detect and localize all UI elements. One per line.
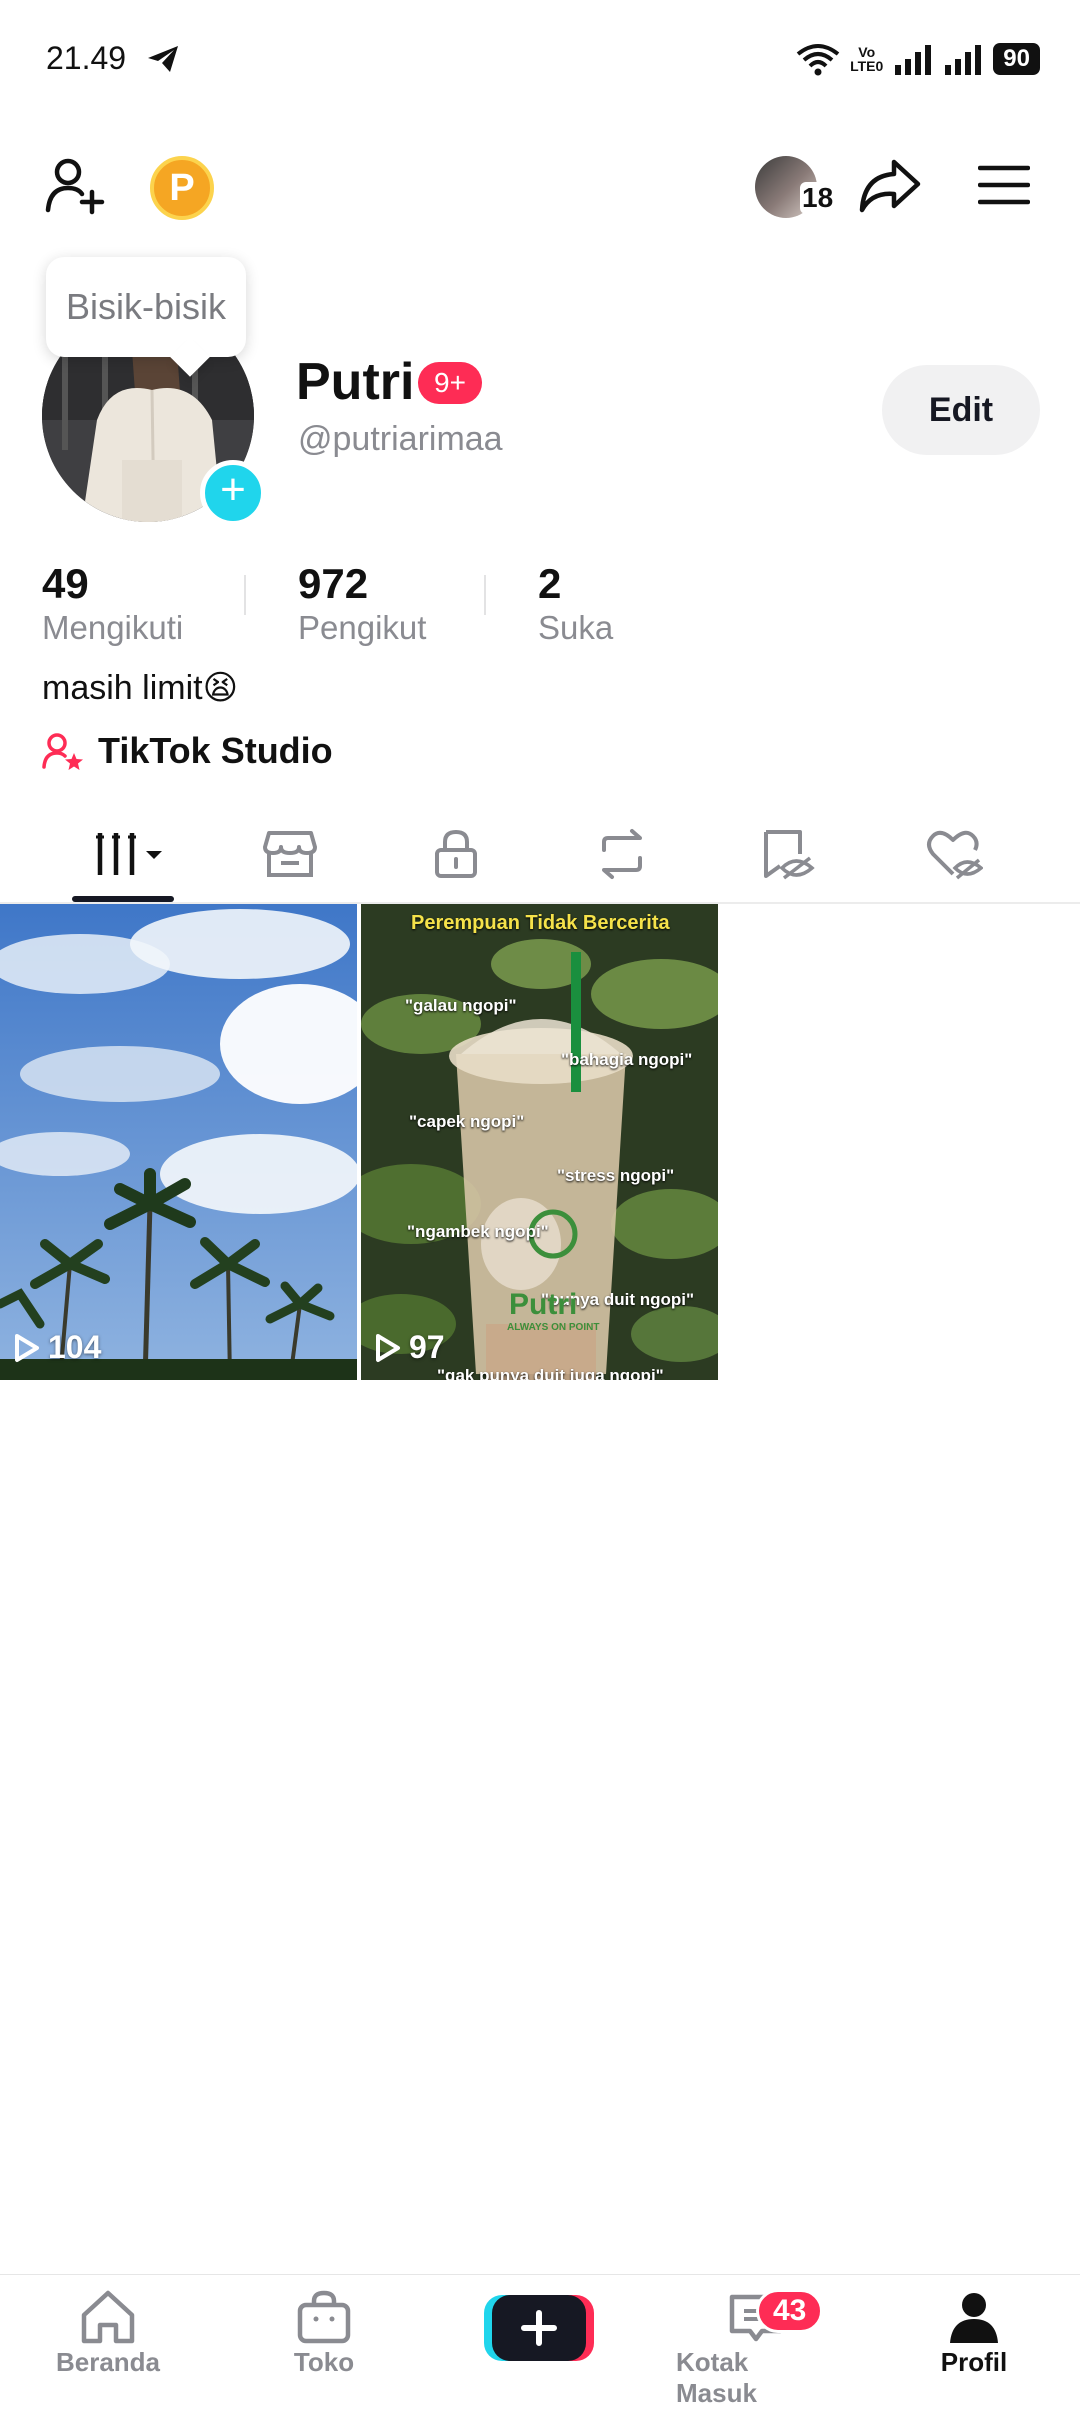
hidden-icon [764, 830, 815, 880]
profile-bio: masih limit😫 [42, 669, 239, 707]
active-tab-indicator [72, 896, 174, 902]
video-views: 104 [14, 1329, 101, 1366]
nav-shop[interactable]: Toko [244, 2289, 404, 2378]
shop-icon [263, 831, 317, 877]
cup-tagline: ALWAYS ON POINT [507, 1322, 600, 1333]
battery-indicator: 90 [993, 43, 1040, 75]
share-button[interactable] [858, 156, 922, 216]
stat-likes-label: Suka [538, 609, 614, 646]
add-friend-button[interactable] [44, 154, 106, 216]
tab-private[interactable] [426, 824, 486, 884]
status-time: 21.49 [46, 40, 127, 76]
share-icon [859, 159, 921, 213]
menu-button[interactable] [978, 164, 1030, 206]
tab-hidden[interactable] [758, 824, 818, 884]
cup-brand: Putri [509, 1288, 578, 1321]
liked-icon [927, 830, 983, 880]
coin-button[interactable]: P [150, 156, 214, 220]
whisper-bubble-text: Bisik-bisik [65, 286, 226, 327]
notification-badge[interactable]: 9+ [418, 362, 482, 404]
shopping-bag-icon [297, 2290, 351, 2344]
stat-divider [484, 575, 486, 615]
wifi-icon [796, 44, 840, 76]
video-caption: "galau ngopi" [405, 996, 517, 1015]
video-caption: "capek ngopi" [409, 1112, 525, 1131]
play-icon [376, 1333, 400, 1362]
video-thumbnail[interactable]: 104 [0, 904, 357, 1380]
add-user-icon [45, 158, 105, 215]
whisper-bubble[interactable]: Bisik-bisik [46, 257, 246, 357]
home-icon [81, 2290, 135, 2344]
stat-likes[interactable]: 2 Suka [538, 560, 613, 648]
stat-followers-label: Pengikut [298, 609, 427, 646]
inbox-badge: 43 [756, 2289, 824, 2333]
tab-shop[interactable] [260, 824, 320, 884]
profile-username: @putriarimaa [298, 420, 503, 458]
stat-followers-value: 972 [298, 560, 369, 607]
video-caption: "gak punya duit juga ngopi" [437, 1366, 664, 1380]
tab-videos[interactable] [94, 824, 174, 884]
studio-icon [42, 733, 83, 770]
stat-following-value: 49 [42, 560, 89, 607]
signal-icon-2 [945, 45, 982, 75]
videos-icon [96, 833, 162, 875]
lock-icon [435, 829, 477, 878]
studio-label: TikTok Studio [98, 730, 333, 771]
nav-profile[interactable]: Profil [894, 2289, 1054, 2378]
profile-name: Putri [296, 353, 415, 411]
stat-divider [244, 575, 246, 615]
video-caption: "bahagia ngopi" [561, 1050, 693, 1069]
video-title-overlay: Perempuan Tidak Bercerita [411, 912, 670, 934]
video-views: 97 [375, 1329, 445, 1366]
bottom-navigation: Beranda Toko Kotak Masuk 43 Profil [0, 2274, 1080, 2408]
nav-home[interactable]: Beranda [28, 2289, 188, 2378]
friends-count: 18 [800, 182, 836, 214]
video-caption: "ngambek ngopi" [407, 1222, 549, 1241]
telegram-icon [146, 44, 180, 79]
nav-profile-label: Profil [940, 2347, 1008, 2377]
repost-icon [602, 829, 642, 879]
stat-likes-value: 2 [538, 560, 562, 607]
status-icons: Vo LTE0 90 [796, 42, 1040, 76]
stat-following-label: Mengikuti [42, 609, 184, 646]
profile-icon [950, 2293, 998, 2343]
stat-following[interactable]: 49 Mengikuti [42, 560, 183, 648]
volte-indicator: Vo LTE0 [850, 44, 884, 74]
tab-liked[interactable] [924, 824, 984, 884]
edit-profile-button[interactable]: Edit [882, 365, 1040, 455]
stat-followers[interactable]: 972 Pengikut [298, 560, 426, 648]
video-caption: "stress ngopi" [557, 1166, 675, 1185]
video-thumbnail[interactable]: Perempuan Tidak Bercerita "galau ngopi" … [361, 904, 718, 1380]
hamburger-menu-icon [978, 165, 1030, 205]
signal-icon [895, 45, 932, 75]
nav-home-label: Beranda [55, 2347, 161, 2377]
create-button[interactable] [484, 2291, 594, 2363]
add-story-button[interactable]: + [200, 460, 266, 526]
tab-reposts[interactable] [592, 824, 652, 884]
nav-shop-label: Toko [293, 2347, 355, 2377]
tiktok-studio-link[interactable]: TikTok Studio [42, 730, 333, 772]
profile-tabs [0, 810, 1080, 904]
play-icon [15, 1333, 39, 1362]
